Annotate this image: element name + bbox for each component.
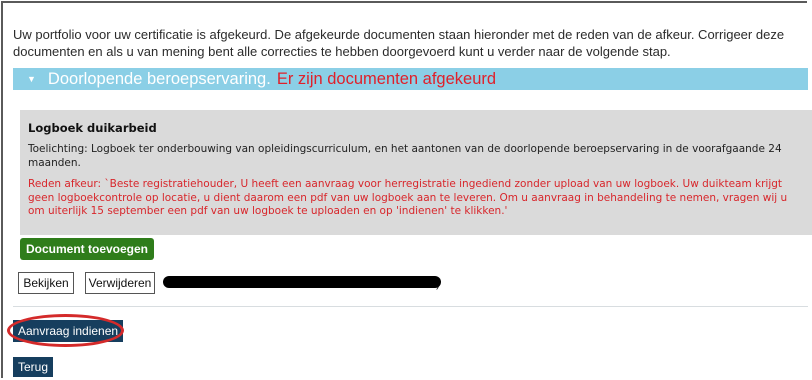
chevron-down-icon: ▼ [27,74,36,84]
section-header[interactable]: ▼ Doorlopende beroepservaring. Er zijn d… [13,68,808,90]
view-button[interactable]: Bekijken [18,272,74,294]
section-title: Doorlopende beroepservaring. [47,69,271,88]
back-button[interactable]: Terug [13,357,54,377]
add-document-button[interactable]: Document toevoegen [20,238,155,260]
document-card: Logboek duikarbeid Toelichting: Logboek … [20,110,812,235]
divider [13,306,808,307]
redaction-bar [163,276,441,288]
section-error-text: Er zijn documenten afgekeurd [276,69,497,88]
annotation-circle [7,314,124,347]
document-description: Toelichting: Logboek ter onderbouwing va… [28,143,782,169]
intro-message: Uw portfolio voor uw certificatie is afg… [13,27,785,59]
rejection-reason: Reden afkeur: `Beste registratiehouder, … [28,178,788,217]
document-title: Logboek duikarbeid [28,121,157,135]
delete-button[interactable]: Verwijderen [85,272,155,294]
